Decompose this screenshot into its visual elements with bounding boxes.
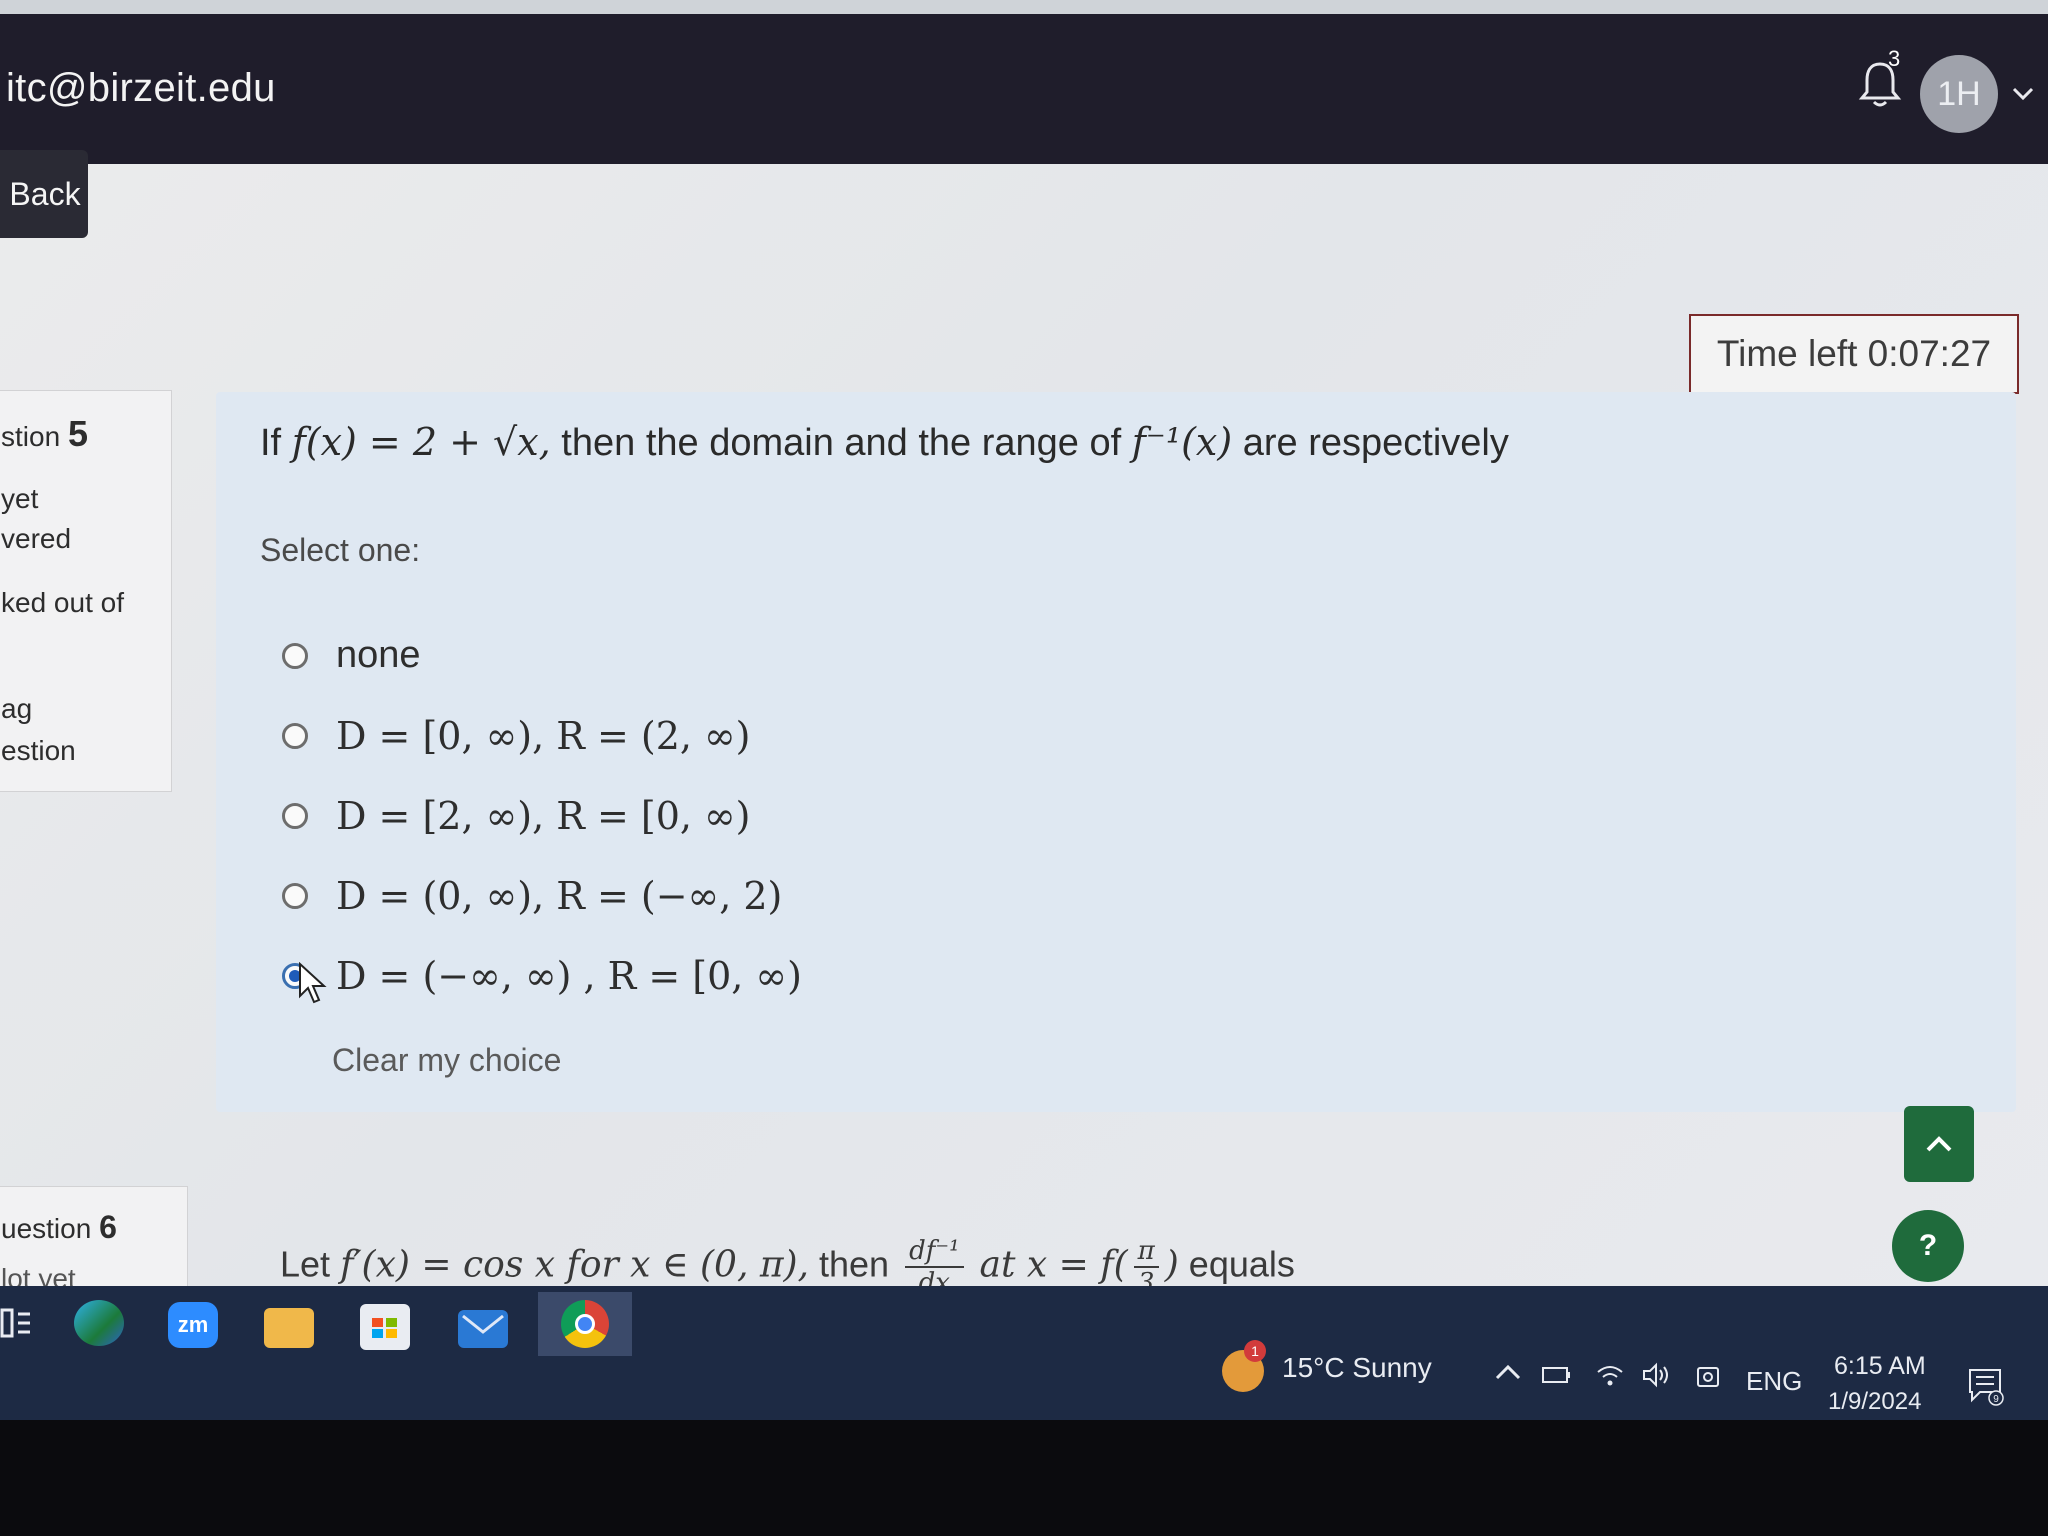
chevron-down-icon[interactable]: [2010, 84, 2036, 104]
windows-taskbar: [0, 1286, 2048, 1420]
weather-alert-badge: 1: [1244, 1340, 1266, 1362]
radio-button[interactable]: [282, 803, 308, 829]
clear-choice-link[interactable]: Clear my choice: [332, 1042, 561, 1079]
file-explorer-icon[interactable]: [264, 1308, 314, 1348]
zoom-app-icon[interactable]: zm: [168, 1302, 218, 1348]
question-info-panel-next: uestion 6 lot yet: [0, 1186, 188, 1296]
user-email: itc@birzeit.edu: [6, 66, 276, 110]
meet-now-icon[interactable]: [1694, 1362, 1726, 1392]
question-status-line: yet: [1, 483, 39, 514]
answer-label: none: [336, 634, 421, 676]
store-icon[interactable]: [360, 1304, 410, 1350]
quiz-timer: Time left 0:07:27: [1689, 314, 2019, 394]
volume-icon[interactable]: [1640, 1360, 1672, 1390]
answer-option[interactable]: D = [2, ∞), R = [0, ∞): [282, 794, 751, 838]
weather-text[interactable]: 15°C Sunny: [1282, 1352, 1432, 1384]
back-button[interactable]: Back: [0, 150, 88, 238]
notification-center-icon[interactable]: 9: [1966, 1366, 2006, 1406]
chrome-icon-center: [575, 1314, 595, 1334]
radio-button[interactable]: [282, 642, 308, 669]
answer-option-selected[interactable]: D = (−∞, ∞) , R = [0, ∞): [282, 954, 802, 998]
clock-date[interactable]: 1/9/2024: [1828, 1388, 1921, 1416]
browser-top-strip: [0, 0, 2048, 14]
input-language[interactable]: ENG: [1746, 1366, 1802, 1397]
select-one-label: Select one:: [260, 532, 421, 568]
answer-label: D = [0, ∞), R = (2, ∞): [336, 714, 751, 758]
question-number: uestion 6: [1, 1209, 117, 1245]
flag-question-link[interactable]: ag: [1, 693, 32, 725]
answer-label: D = [2, ∞), R = [0, ∞): [336, 794, 751, 838]
clock-time[interactable]: 6:15 AM: [1834, 1352, 1926, 1381]
wifi-icon[interactable]: [1594, 1360, 1626, 1390]
answer-option[interactable]: D = [0, ∞), R = (2, ∞): [282, 714, 751, 758]
user-avatar[interactable]: 1H: [1920, 55, 1998, 133]
answer-label: D = (0, ∞), R = (−∞, 2): [336, 874, 783, 918]
help-button[interactable]: ?: [1892, 1210, 1964, 1282]
answer-option[interactable]: D = (0, ∞), R = (−∞, 2): [282, 874, 782, 918]
top-navbar: itc@birzeit.edu: [0, 14, 2048, 164]
radio-button[interactable]: [282, 883, 308, 909]
envelope-icon: [462, 1314, 504, 1334]
screen: itc@birzeit.edu 3 1H Back Time left 0:07…: [0, 0, 2048, 1420]
question-text: If f(x) = 2 + √x, then the domain and th…: [260, 420, 1509, 464]
question-number: stion 5: [1, 413, 88, 454]
chrome-taskbar-button[interactable]: [538, 1292, 632, 1356]
chrome-icon: [561, 1300, 609, 1348]
question-marks-line: ked out of: [1, 587, 124, 618]
battery-icon[interactable]: [1540, 1360, 1572, 1390]
chevron-up-icon: [1926, 1136, 1952, 1152]
store-grid-icon: [372, 1318, 397, 1338]
mail-icon[interactable]: [458, 1310, 508, 1348]
edge-browser-icon[interactable]: [74, 1300, 124, 1346]
mouse-cursor-icon: [299, 962, 327, 1004]
question-status-line: vered: [1, 523, 72, 554]
radio-button[interactable]: [282, 723, 308, 749]
question-info-panel: stion 5 yet vered ked out of ag estion: [0, 390, 172, 792]
scroll-to-top-button[interactable]: [1904, 1106, 1974, 1182]
answer-option[interactable]: none: [282, 634, 421, 677]
chevron-up-tray-icon[interactable]: [1492, 1358, 1524, 1388]
answer-label: D = (−∞, ∞) , R = [0, ∞): [336, 954, 802, 998]
task-view-icon[interactable]: [0, 1300, 50, 1346]
notification-count: 9: [1993, 1394, 1999, 1405]
notification-count-badge: 3: [1888, 46, 1901, 71]
flag-question-link[interactable]: estion: [1, 735, 76, 767]
